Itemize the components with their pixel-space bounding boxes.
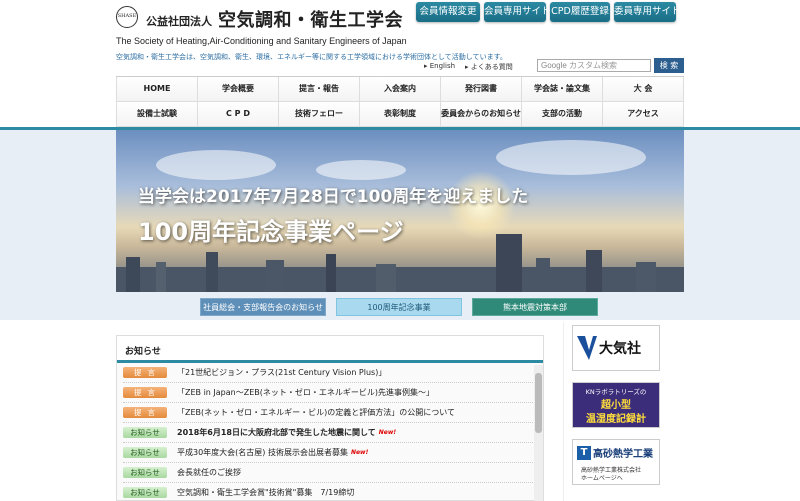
site-tagline: 空気調和・衛生工学会は、空気調和、衛生、環境、エネルギー等に関する工学領域におけ… [116, 53, 507, 61]
notice-link[interactable]: 会長就任のご挨拶 [177, 467, 241, 478]
org-name: 空気調和・衛生工学会 [218, 10, 403, 31]
notice-link[interactable]: 「ZEB in Japan～ZEB(ネット・ゼロ・エネルギービル)先進事例集～」 [177, 387, 434, 398]
org-type: 公益社団法人 [146, 15, 212, 28]
notice-row: 提言 「21世紀ビジョン・プラス(21st Century Vision Plus… [123, 363, 535, 383]
search-google-label: Google [541, 61, 567, 70]
faq-link[interactable]: ▸ よくある質問 [465, 62, 513, 72]
nav-item-row1-1[interactable]: 学会概要 [198, 77, 279, 101]
top-button-group: 会員情報変更 会員専用サイト CPD履歴登録 委員専用サイト [416, 2, 681, 22]
notice-link[interactable]: 「ZEB(ネット・ゼロ・エネルギー・ビル)の定義と評価方法」の公開について [177, 407, 455, 418]
top-button-1[interactable]: 会員専用サイト [484, 2, 551, 22]
nav-item-row2-0[interactable]: 設備士試験 [116, 102, 198, 126]
notice-row: お知らせ 空気調和・衛生工学会賞"技術賞"募集 7/19締切 [123, 483, 535, 501]
ad-column: 大気社 KNラボラトリーズの 超小型 温湿度記録計 T 高砂熱学工業 高砂熱学工… [563, 322, 669, 501]
banner-button-group: 社員総会・支部報告会のお知らせ 100周年記念事業 熊本地震対策本部 [200, 298, 608, 316]
notice-badge: 提言 [123, 367, 167, 378]
notice-row: お知らせ 平成30年度大会(名古屋) 技術展示会出展者募集 New! [123, 443, 535, 463]
ad-taikisha-text: 大気社 [599, 341, 641, 357]
nav-item-row1-5[interactable]: 学会誌・論文集 [522, 77, 603, 101]
ad-takasago-line2: ホームページへ [581, 475, 623, 482]
search-placeholder: カスタム検索 [569, 61, 618, 70]
hero-banner[interactable]: 当学会は2017年7月28日で100周年を迎えました 100周年記念事業ページ [116, 130, 684, 292]
nav-item-row2-1[interactable]: C P D [198, 102, 279, 126]
top-button-3[interactable]: 委員専用サイト [614, 2, 681, 22]
scrollbar-thumb[interactable] [535, 373, 542, 433]
top-button-2[interactable]: CPD履歴登録 [550, 2, 610, 22]
main-nav: HOME 学会概要 提言・報告 入会案内 発行図書 学会誌・論文集大 会 設備士試験 C P… [116, 76, 684, 127]
notice-scrollbar[interactable] [534, 365, 543, 501]
takasago-logo-icon: T [577, 446, 591, 460]
new-badge: New! [378, 429, 397, 436]
ad-kn-line1: KNラボラトリーズの [585, 388, 647, 396]
english-link[interactable]: ▸ English [424, 62, 455, 72]
nav-item-row2-2[interactable]: 技術フェロー [279, 102, 360, 126]
notice-link[interactable]: 平成30年度大会(名古屋) 技術展示会出展者募集 [177, 447, 348, 458]
notice-badge: お知らせ [123, 447, 167, 458]
cloud-shape [316, 160, 406, 180]
new-badge: New! [350, 449, 369, 456]
cloud-shape [496, 140, 646, 175]
nav-row-1: HOME 学会概要 提言・報告 入会案内 発行図書 学会誌・論文集大 会 [116, 77, 684, 102]
notice-heading: お知らせ [117, 336, 543, 363]
nav-item-row1-0[interactable]: HOME [116, 77, 198, 101]
notice-badge: お知らせ [123, 467, 167, 478]
notice-panel: お知らせ 提言 「21世紀ビジョン・プラス(21st Century Vision… [116, 335, 544, 501]
header-sub-links: ▸ English ▸ よくある質問 [424, 62, 513, 72]
notice-badge: 提言 [123, 407, 167, 418]
notice-link[interactable]: 2018年6月18日に大阪府北部で発生した地震に関して [177, 427, 376, 438]
nav-item-row1-2[interactable]: 提言・報告 [279, 77, 360, 101]
ad-taikisha[interactable]: 大気社 [572, 325, 660, 371]
ad-kn-line2: 超小型 [601, 400, 631, 411]
hero-headline: 当学会は2017年7月28日で100周年を迎えました [138, 187, 529, 207]
notice-link[interactable]: 「21世紀ビジョン・プラス(21st Century Vision Plus)」 [177, 367, 386, 378]
banner-button-0[interactable]: 社員総会・支部報告会のお知らせ [200, 298, 326, 316]
nav-item-row2-6[interactable]: アクセス [603, 102, 684, 126]
nav-item-row2-5[interactable]: 支部の活動 [522, 102, 603, 126]
ad-kn-line3: 温湿度記録計 [586, 414, 646, 425]
nav-row-2: 設備士試験 C P D 技術フェロー 表彰制度 委員会からのお知らせ 支部の活動 アクセス [116, 102, 684, 127]
nav-item-row1-6[interactable]: 大 会 [603, 77, 684, 101]
notice-link[interactable]: 空気調和・衛生工学会賞"技術賞"募集 7/19締切 [177, 487, 354, 498]
banner-button-2[interactable]: 熊本地震対策本部 [472, 298, 598, 316]
top-button-0[interactable]: 会員情報変更 [416, 2, 480, 22]
nav-item-row1-3[interactable]: 入会案内 [360, 77, 441, 101]
notice-badge: お知らせ [123, 487, 167, 498]
banner-button-1[interactable]: 100周年記念事業 [336, 298, 462, 316]
taikisha-logo-icon [577, 336, 597, 360]
nav-item-row2-4[interactable]: 委員会からのお知らせ [441, 102, 522, 126]
notice-list: 提言 「21世紀ビジョン・プラス(21st Century Vision Plus… [123, 363, 535, 501]
notice-row: お知らせ 会長就任のご挨拶 [123, 463, 535, 483]
notice-badge: お知らせ [123, 427, 167, 438]
hero-subheadline: 100周年記念事業ページ [138, 218, 404, 246]
notice-badge: 提言 [123, 387, 167, 398]
notice-row: 提言 「ZEB in Japan～ZEB(ネット・ゼロ・エネルギービル)先進事例集… [123, 383, 535, 403]
ad-kn-laboratories[interactable]: KNラボラトリーズの 超小型 温湿度記録計 [572, 382, 660, 428]
ad-takasago[interactable]: T 高砂熱学工業 高砂熱学工業株式会社 ホームページへ [572, 439, 660, 485]
logo-mark: SHASE [116, 6, 138, 28]
notice-row: お知らせ 2018年6月18日に大阪府北部で発生した地震に関して New! [123, 423, 535, 443]
ad-takasago-name: 高砂熱学工業 [593, 449, 653, 460]
search-button[interactable]: 検 索 [654, 58, 684, 73]
org-name-en: The Society of Heating,Air-Conditioning … [116, 36, 407, 46]
nav-item-row1-4[interactable]: 発行図書 [441, 77, 522, 101]
cloud-shape [156, 150, 276, 180]
nav-item-row2-3[interactable]: 表彰制度 [360, 102, 441, 126]
notice-row: 提言 「ZEB(ネット・ゼロ・エネルギー・ビル)の定義と評価方法」の公開について [123, 403, 535, 423]
search-input[interactable]: Google カスタム検索 [537, 59, 651, 72]
